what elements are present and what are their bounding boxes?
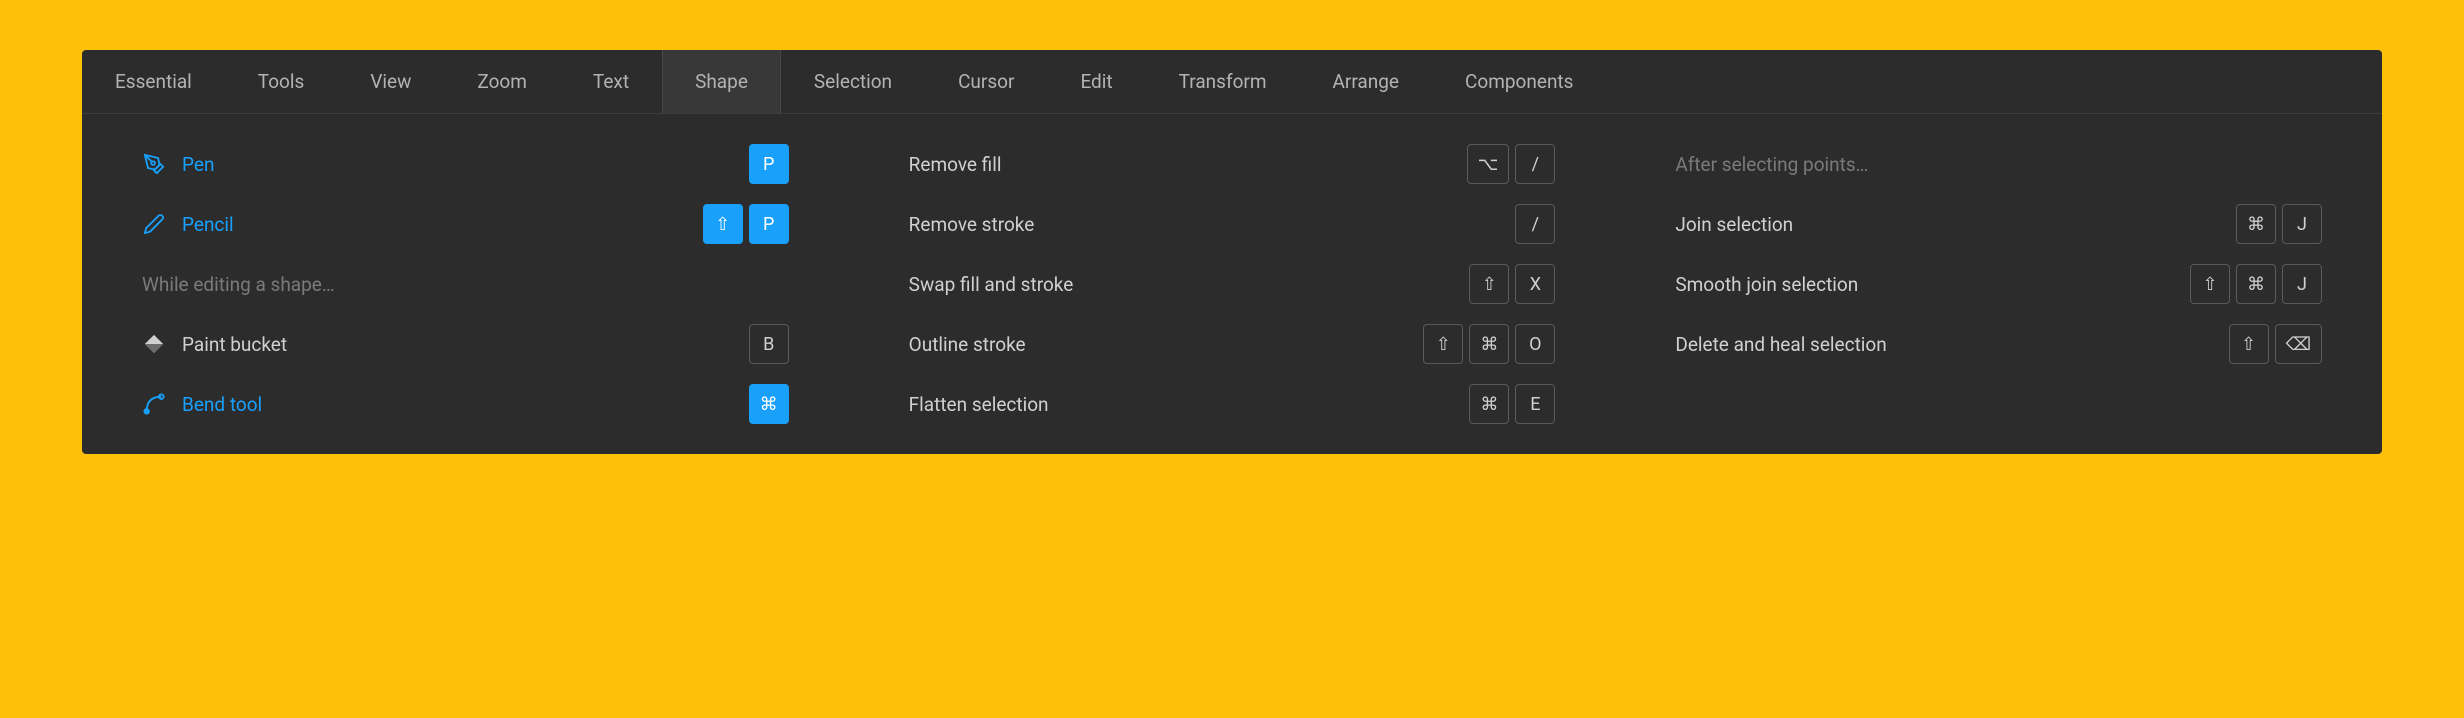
- tab-tools[interactable]: Tools: [225, 50, 338, 113]
- smooth-join-label: Smooth join selection: [1675, 273, 1858, 296]
- column-3: After selecting points… Join selection ⌘…: [1615, 134, 2382, 434]
- row-remove-fill[interactable]: Remove fill ⌥ /: [909, 134, 1556, 194]
- row-paint-bucket[interactable]: Paint bucket B: [142, 314, 789, 374]
- tab-selection[interactable]: Selection: [781, 50, 925, 113]
- shortcuts-content: Pen P Pencil ⇧ P While editing a: [82, 114, 2382, 454]
- smooth-join-keys: ⇧ ⌘ J: [2190, 264, 2322, 304]
- key-p: P: [749, 144, 789, 184]
- key-cmd: ⌘: [2236, 264, 2276, 304]
- key-opt: ⌥: [1467, 144, 1510, 184]
- outline-keys: ⇧ ⌘ O: [1423, 324, 1555, 364]
- tab-shape[interactable]: Shape: [662, 50, 781, 113]
- row-pen[interactable]: Pen P: [142, 134, 789, 194]
- tab-edit[interactable]: Edit: [1047, 50, 1145, 113]
- flatten-label: Flatten selection: [909, 393, 1049, 416]
- row-flatten-selection[interactable]: Flatten selection ⌘ E: [909, 374, 1556, 434]
- pencil-keys: ⇧ P: [703, 204, 789, 244]
- paint-bucket-label: Paint bucket: [182, 333, 287, 356]
- flatten-keys: ⌘ E: [1469, 384, 1555, 424]
- key-o: O: [1515, 324, 1555, 364]
- key-slash: /: [1515, 204, 1555, 244]
- remove-stroke-keys: /: [1515, 204, 1555, 244]
- column-1: Pen P Pencil ⇧ P While editing a: [82, 134, 849, 434]
- tab-view[interactable]: View: [337, 50, 444, 113]
- hint-after-selecting: After selecting points…: [1675, 134, 2322, 194]
- paint-bucket-keys: B: [749, 324, 789, 364]
- row-delete-heal-selection[interactable]: Delete and heal selection ⇧ ⌫: [1675, 314, 2322, 374]
- bend-tool-keys: ⌘: [749, 384, 789, 424]
- key-shift: ⇧: [2229, 324, 2269, 364]
- outline-label: Outline stroke: [909, 333, 1026, 356]
- join-label: Join selection: [1675, 213, 1793, 236]
- key-shift: ⇧: [703, 204, 743, 244]
- key-cmd: ⌘: [1469, 384, 1509, 424]
- key-e: E: [1515, 384, 1555, 424]
- paint-bucket-icon: [142, 332, 166, 356]
- row-swap-fill-stroke[interactable]: Swap fill and stroke ⇧ X: [909, 254, 1556, 314]
- pencil-label: Pencil: [182, 213, 234, 236]
- column-2: Remove fill ⌥ / Remove stroke / Swap fil…: [849, 134, 1616, 434]
- remove-stroke-label: Remove stroke: [909, 213, 1035, 236]
- tab-bar: Essential Tools View Zoom Text Shape Sel…: [82, 50, 2382, 114]
- tab-transform[interactable]: Transform: [1146, 50, 1300, 113]
- bend-tool-icon: [142, 392, 166, 416]
- key-x: X: [1515, 264, 1555, 304]
- tab-components[interactable]: Components: [1432, 50, 1606, 113]
- hint-editing-shape: While editing a shape…: [142, 254, 789, 314]
- remove-fill-keys: ⌥ /: [1467, 144, 1556, 184]
- tab-arrange[interactable]: Arrange: [1300, 50, 1432, 113]
- key-shift: ⇧: [2190, 264, 2230, 304]
- key-backspace: ⌫: [2275, 324, 2322, 364]
- key-j: J: [2282, 204, 2322, 244]
- row-outline-stroke[interactable]: Outline stroke ⇧ ⌘ O: [909, 314, 1556, 374]
- key-shift: ⇧: [1469, 264, 1509, 304]
- row-remove-stroke[interactable]: Remove stroke /: [909, 194, 1556, 254]
- row-bend-tool[interactable]: Bend tool ⌘: [142, 374, 789, 434]
- delete-heal-label: Delete and heal selection: [1675, 333, 1886, 356]
- key-shift: ⇧: [1423, 324, 1463, 364]
- key-p: P: [749, 204, 789, 244]
- row-pencil[interactable]: Pencil ⇧ P: [142, 194, 789, 254]
- key-cmd: ⌘: [749, 384, 789, 424]
- tab-text[interactable]: Text: [560, 50, 662, 113]
- bend-tool-label: Bend tool: [182, 393, 262, 416]
- key-cmd: ⌘: [1469, 324, 1509, 364]
- key-slash: /: [1515, 144, 1555, 184]
- tab-essential[interactable]: Essential: [82, 50, 225, 113]
- key-cmd: ⌘: [2236, 204, 2276, 244]
- pen-icon: [142, 152, 166, 176]
- row-join-selection[interactable]: Join selection ⌘ J: [1675, 194, 2322, 254]
- remove-fill-label: Remove fill: [909, 153, 1002, 176]
- pen-keys: P: [749, 144, 789, 184]
- row-smooth-join-selection[interactable]: Smooth join selection ⇧ ⌘ J: [1675, 254, 2322, 314]
- key-b: B: [749, 324, 789, 364]
- tab-cursor[interactable]: Cursor: [925, 50, 1047, 113]
- pencil-icon: [142, 212, 166, 236]
- pen-label: Pen: [182, 153, 214, 176]
- join-keys: ⌘ J: [2236, 204, 2322, 244]
- swap-keys: ⇧ X: [1469, 264, 1555, 304]
- delete-heal-keys: ⇧ ⌫: [2229, 324, 2322, 364]
- swap-label: Swap fill and stroke: [909, 273, 1074, 296]
- tab-zoom[interactable]: Zoom: [444, 50, 560, 113]
- shortcuts-panel: Essential Tools View Zoom Text Shape Sel…: [82, 50, 2382, 454]
- key-j: J: [2282, 264, 2322, 304]
